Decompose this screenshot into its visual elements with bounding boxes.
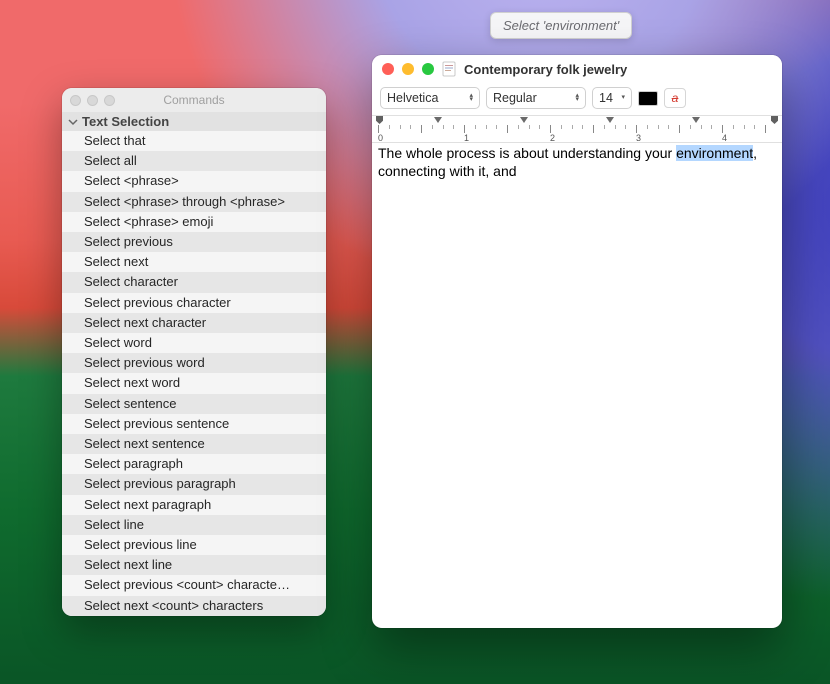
tab-stop[interactable] [520, 117, 528, 123]
list-item[interactable]: Select previous line [62, 535, 326, 555]
font-family-select[interactable]: Helvetica ▴▾ [380, 87, 480, 109]
left-margin-marker[interactable] [376, 116, 383, 124]
list-item[interactable]: Select all [62, 151, 326, 171]
list-item[interactable]: Select sentence [62, 394, 326, 414]
tab-stop[interactable] [692, 117, 700, 123]
list-item[interactable]: Select next <count> characters [62, 596, 326, 616]
close-button-inactive[interactable] [70, 95, 81, 106]
dropdown-icon: ▾ [621, 96, 625, 100]
text-color-swatch[interactable] [638, 91, 658, 106]
font-style-select[interactable]: Regular ▴▾ [486, 87, 586, 109]
list-item[interactable]: Select that [62, 131, 326, 151]
zoom-button-inactive[interactable] [104, 95, 115, 106]
text-before-selection: The whole process is about understanding… [378, 145, 676, 161]
list-item[interactable]: Select <phrase> emoji [62, 212, 326, 232]
minimize-button[interactable] [402, 63, 414, 75]
list-item[interactable]: Select previous character [62, 293, 326, 313]
updown-icon: ▴▾ [575, 94, 579, 102]
doc-titlebar[interactable]: Contemporary folk jewelry [372, 55, 782, 83]
list-item[interactable]: Select previous word [62, 353, 326, 373]
section-header-label: Text Selection [82, 114, 169, 129]
document-icon [442, 61, 456, 77]
textedit-window: Contemporary folk jewelry Helvetica ▴▾ R… [372, 55, 782, 628]
ruler-number: 1 [464, 133, 469, 143]
list-item[interactable]: Select <phrase> [62, 171, 326, 191]
list-item[interactable]: Select paragraph [62, 454, 326, 474]
chevron-down-icon [68, 117, 78, 127]
updown-icon: ▴▾ [469, 94, 473, 102]
doc-title: Contemporary folk jewelry [464, 62, 627, 77]
commands-list: Select that Select all Select <phrase> S… [62, 131, 326, 616]
font-size-value: 14 [599, 91, 613, 105]
format-toolbar: Helvetica ▴▾ Regular ▴▾ 14 ▾ a [372, 83, 782, 115]
voice-command-tooltip: Select 'environment' [490, 12, 632, 39]
zoom-button[interactable] [422, 63, 434, 75]
selected-text: environment [676, 145, 753, 161]
document-text-area[interactable]: The whole process is about understanding… [372, 143, 782, 628]
list-item[interactable]: Select next line [62, 555, 326, 575]
font-style-value: Regular [493, 91, 537, 105]
minimize-button-inactive[interactable] [87, 95, 98, 106]
list-item[interactable]: Select next [62, 252, 326, 272]
ruler-number: 3 [636, 133, 641, 143]
commands-titlebar[interactable]: Commands [62, 88, 326, 112]
close-button[interactable] [382, 63, 394, 75]
list-item[interactable]: Select next character [62, 313, 326, 333]
font-size-select[interactable]: 14 ▾ [592, 87, 632, 109]
list-item[interactable]: Select previous [62, 232, 326, 252]
list-item[interactable]: Select previous sentence [62, 414, 326, 434]
tab-stop[interactable] [434, 117, 442, 123]
commands-section-header[interactable]: Text Selection [62, 112, 326, 131]
ruler-number: 2 [550, 133, 555, 143]
list-item[interactable]: Select next paragraph [62, 495, 326, 515]
ruler-number: 0 [378, 133, 383, 143]
ruler[interactable]: 1 2 3 4 [372, 115, 782, 143]
right-margin-marker[interactable] [771, 116, 778, 124]
font-family-value: Helvetica [387, 91, 438, 105]
list-item[interactable]: Select <phrase> through <phrase> [62, 192, 326, 212]
list-item[interactable]: Select line [62, 515, 326, 535]
tab-stop[interactable] [606, 117, 614, 123]
ruler-number: 4 [722, 133, 727, 143]
list-item[interactable]: Select previous <count> characte… [62, 575, 326, 595]
list-item[interactable]: Select next word [62, 373, 326, 393]
commands-window: Commands Text Selection Select that Sele… [62, 88, 326, 616]
list-item[interactable]: Select word [62, 333, 326, 353]
strikethrough-button[interactable]: a [664, 88, 686, 108]
list-item[interactable]: Select next sentence [62, 434, 326, 454]
list-item[interactable]: Select character [62, 272, 326, 292]
list-item[interactable]: Select previous paragraph [62, 474, 326, 494]
